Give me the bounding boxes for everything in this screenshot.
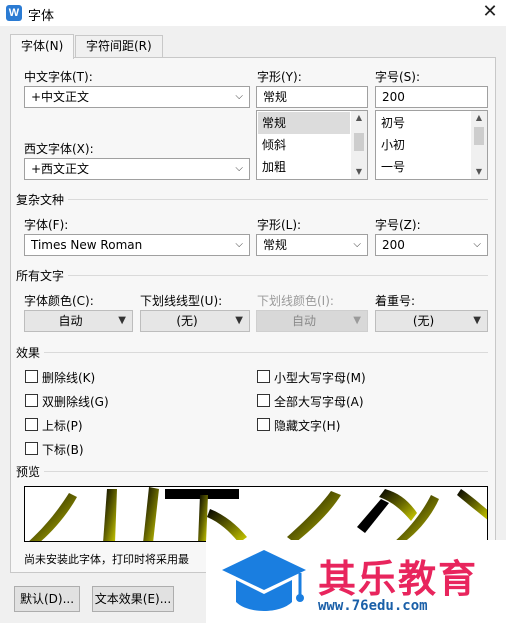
tab-font[interactable]: 字体(N) <box>10 34 75 59</box>
underline-style-value: (无) <box>176 314 198 328</box>
complex-style-value: 常规 <box>263 238 288 252</box>
separator <box>16 275 488 276</box>
subscript-label[interactable]: 下标(B) <box>42 441 84 458</box>
hidden-text-label[interactable]: 隐藏文字(H) <box>274 417 340 434</box>
subscript-checkbox[interactable] <box>25 442 38 455</box>
font-color-dropdown[interactable]: 自动 ▼ <box>24 310 133 332</box>
superscript-checkbox[interactable] <box>25 418 38 431</box>
strikethrough-checkbox[interactable] <box>25 370 38 383</box>
complex-font-label: 字体(F): <box>24 218 69 232</box>
complex-style-dropdown[interactable]: 常规 ⌵ <box>256 234 368 256</box>
all-text-heading: 所有文字 <box>16 267 69 284</box>
effects-heading: 效果 <box>16 344 45 361</box>
small-caps-checkbox[interactable] <box>257 370 270 383</box>
underline-color-value: 自动 <box>291 314 316 328</box>
app-icon: W <box>6 5 22 21</box>
small-caps-label[interactable]: 小型大写字母(M) <box>274 369 366 386</box>
watermark-brand: 其乐教育 <box>318 557 479 601</box>
tab-character-spacing[interactable]: 字符间距(R) <box>75 35 163 57</box>
scroll-up-icon[interactable]: ▲ <box>351 111 367 125</box>
font-color-value: 自动 <box>58 314 83 328</box>
preview-note: 尚未安装此字体，打印时将采用最 <box>24 553 189 566</box>
western-font-dropdown[interactable]: +西文正文 ⌵ <box>24 158 250 180</box>
scroll-up-icon[interactable]: ▲ <box>471 111 487 125</box>
size-listbox[interactable]: 初号 小初 一号 ▲ ▼ <box>375 110 488 180</box>
size-input-value: 200 <box>382 90 405 104</box>
scrollbar-thumb[interactable] <box>474 127 484 145</box>
scrollbar-thumb[interactable] <box>354 133 364 151</box>
all-caps-checkbox[interactable] <box>257 394 270 407</box>
window-title: 字体 <box>28 9 55 24</box>
emphasis-label: 着重号: <box>375 294 416 308</box>
style-input[interactable]: 常规 <box>256 86 368 108</box>
western-font-value: +西文正文 <box>31 162 90 176</box>
scroll-down-icon[interactable]: ▼ <box>471 165 487 179</box>
western-font-label: 西文字体(X): <box>24 142 94 156</box>
chinese-font-label: 中文字体(T): <box>24 70 93 84</box>
chevron-down-icon: ⌵ <box>235 91 243 102</box>
title-bar <box>0 0 506 26</box>
style-input-value: 常规 <box>263 90 288 104</box>
all-caps-label[interactable]: 全部大写字母(A) <box>274 393 364 410</box>
close-icon[interactable]: ✕ <box>476 0 504 26</box>
style-scrollbar[interactable]: ▲ ▼ <box>351 111 367 179</box>
double-strikethrough-checkbox[interactable] <box>25 394 38 407</box>
size-input[interactable]: 200 <box>375 86 488 108</box>
default-button[interactable]: 默认(D)... <box>14 586 80 612</box>
strikethrough-label[interactable]: 删除线(K) <box>42 369 95 386</box>
font-color-label: 字体颜色(C): <box>24 294 94 308</box>
size-label: 字号(S): <box>375 70 421 84</box>
chevron-down-icon: ⌵ <box>473 239 481 250</box>
text-effects-button[interactable]: 文本效果(E)... <box>92 586 174 612</box>
size-option[interactable]: 初号 <box>377 112 470 134</box>
size-option[interactable]: 一号 <box>377 156 470 178</box>
complex-size-value: 200 <box>382 238 405 252</box>
size-scrollbar[interactable]: ▲ ▼ <box>471 111 487 179</box>
watermark-url: www.76edu.com <box>318 598 428 614</box>
complex-size-dropdown[interactable]: 200 ⌵ <box>375 234 488 256</box>
double-strikethrough-label[interactable]: 双删除线(G) <box>42 393 109 410</box>
style-label: 字形(Y): <box>257 70 302 84</box>
complex-font-value: Times New Roman <box>31 238 143 252</box>
emphasis-value: (无) <box>412 314 435 328</box>
separator <box>16 471 488 472</box>
chevron-down-icon: ⌵ <box>235 163 243 174</box>
style-option-italic[interactable]: 倾斜 <box>258 134 350 156</box>
preview-glyphs <box>29 487 487 541</box>
style-option-bold[interactable]: 加粗 <box>258 156 350 178</box>
caret-down-icon: ▼ <box>473 315 481 326</box>
caret-down-icon: ▼ <box>353 315 361 326</box>
chinese-font-dropdown[interactable]: +中文正文 ⌵ <box>24 86 250 108</box>
underline-color-dropdown: 自动 ▼ <box>256 310 368 332</box>
complex-style-label: 字形(L): <box>257 218 302 232</box>
caret-down-icon: ▼ <box>118 315 126 326</box>
chevron-down-icon: ⌵ <box>235 239 243 250</box>
separator <box>16 199 488 200</box>
emphasis-dropdown[interactable]: (无) ▼ <box>375 310 488 332</box>
underline-color-label: 下划线颜色(I): <box>257 294 334 308</box>
complex-script-heading: 复杂文种 <box>16 191 69 208</box>
preview-heading: 预览 <box>16 463 45 480</box>
style-listbox[interactable]: 常规 倾斜 加粗 ▲ ▼ <box>256 110 368 180</box>
preview-box <box>24 486 488 542</box>
scroll-down-icon[interactable]: ▼ <box>351 165 367 179</box>
hidden-text-checkbox[interactable] <box>257 418 270 431</box>
caret-down-icon: ▼ <box>235 315 243 326</box>
chinese-font-value: +中文正文 <box>31 90 90 104</box>
underline-style-label: 下划线线型(U): <box>140 294 223 308</box>
separator <box>16 352 488 353</box>
chevron-down-icon: ⌵ <box>353 239 361 250</box>
superscript-label[interactable]: 上标(P) <box>42 417 83 434</box>
complex-size-label: 字号(Z): <box>375 218 421 232</box>
underline-style-dropdown[interactable]: (无) ▼ <box>140 310 250 332</box>
style-option-regular[interactable]: 常规 <box>258 112 350 134</box>
size-option[interactable]: 小初 <box>377 134 470 156</box>
graduation-cap-icon <box>222 550 306 611</box>
complex-font-dropdown[interactable]: Times New Roman ⌵ <box>24 234 250 256</box>
